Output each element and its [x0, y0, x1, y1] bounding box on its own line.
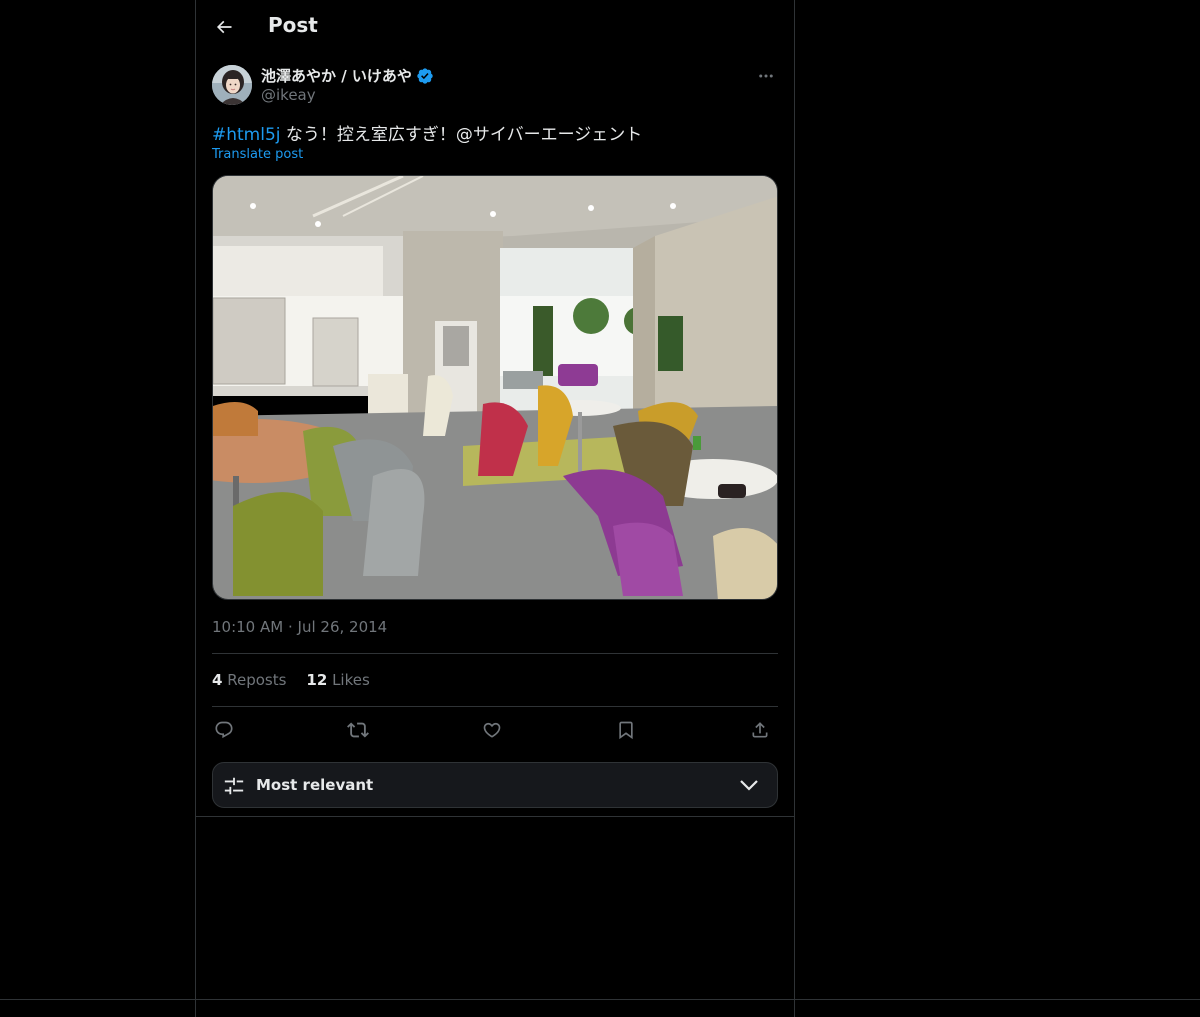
post-photo[interactable] [212, 175, 778, 600]
likes-label: Likes [332, 671, 370, 689]
replies-sort-dropdown[interactable]: Most relevant [212, 762, 778, 808]
share-button[interactable] [748, 718, 772, 742]
page-title: Post [268, 13, 318, 37]
timestamp-separator: · [287, 618, 293, 636]
like-button[interactable] [480, 718, 504, 742]
post-stats: 4 Reposts 12 Likes [212, 671, 370, 689]
reposts-label: Reposts [227, 671, 287, 689]
bookmark-button[interactable] [614, 718, 638, 742]
author-handle[interactable]: @ikeay [261, 86, 316, 104]
like-icon [482, 720, 502, 740]
verified-badge-icon [416, 67, 434, 85]
divider [0, 999, 1200, 1000]
more-options-button[interactable] [754, 64, 778, 88]
post-date: Jul 26, 2014 [297, 618, 388, 636]
avatar[interactable] [212, 65, 252, 105]
repost-icon [347, 719, 369, 741]
reposts-count: 4 [212, 671, 223, 689]
post-text: #html5j なう！控え室広すぎ！@サイバーエージェント [212, 120, 642, 145]
divider [212, 653, 778, 654]
post-body: なう！控え室広すぎ！@サイバーエージェント [280, 125, 643, 145]
post-time: 10:10 AM [212, 618, 284, 636]
post-actions [212, 718, 778, 742]
likes-count: 12 [306, 671, 328, 689]
divider [196, 816, 794, 817]
post-timestamp[interactable]: 10:10 AM · Jul 26, 2014 [212, 618, 387, 636]
author-name[interactable]: 池澤あやか / いけあや [261, 65, 412, 86]
likes-stat[interactable]: 12 Likes [306, 671, 369, 689]
back-arrow-icon [214, 17, 234, 37]
replies-sort-label: Most relevant [256, 776, 374, 794]
translate-post-link[interactable]: Translate post [212, 147, 303, 162]
post-header: Post [196, 0, 794, 54]
back-button[interactable] [208, 11, 240, 43]
author-name-row[interactable]: 池澤あやか / いけあや [261, 65, 434, 86]
share-icon [750, 720, 770, 740]
repost-button[interactable] [346, 718, 370, 742]
post-author: 池澤あやか / いけあや @ikeay [212, 64, 778, 108]
post-column: Post 池澤あやか / いけあや @ikeay #html5j なう！控え室広… [195, 0, 795, 1017]
reposts-stat[interactable]: 4 Reposts [212, 671, 286, 689]
chevron-down-icon [739, 777, 759, 793]
hashtag-link[interactable]: #html5j [212, 125, 281, 145]
more-horizontal-icon [757, 67, 775, 85]
sliders-icon [223, 775, 245, 797]
reply-icon [214, 720, 234, 740]
bookmark-icon [616, 720, 636, 740]
reply-button[interactable] [212, 718, 236, 742]
divider [212, 706, 778, 707]
